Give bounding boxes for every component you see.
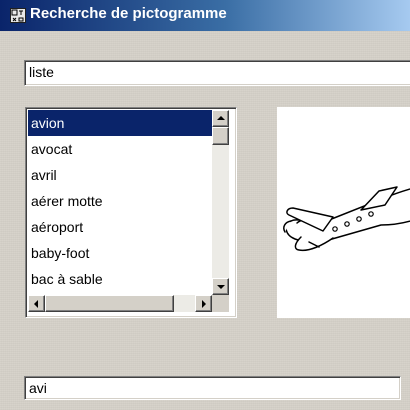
scroll-left-button[interactable]: [28, 295, 45, 312]
word-listbox[interactable]: avion avocat avril aérer motte aéroport …: [25, 107, 237, 318]
list-item[interactable]: aéroport: [28, 214, 212, 240]
list-item[interactable]: avril: [28, 162, 212, 188]
pictogram-app-icon[interactable]: [10, 8, 26, 23]
vertical-scroll-thumb[interactable]: [212, 127, 229, 145]
arrow-up-icon: [217, 116, 225, 120]
arrow-right-icon: [202, 300, 206, 308]
word-list[interactable]: avion avocat avril aérer motte aéroport …: [28, 110, 212, 296]
vertical-scrollbar[interactable]: [212, 110, 229, 295]
horizontal-scrollbar[interactable]: [28, 295, 212, 312]
pictogram-preview: [277, 107, 410, 318]
arrow-left-icon: [34, 300, 38, 308]
list-item-selected[interactable]: avion: [28, 110, 212, 136]
arrow-down-icon: [217, 285, 225, 289]
search-input[interactable]: liste: [24, 60, 410, 86]
scroll-down-button[interactable]: [212, 278, 229, 295]
title-bar[interactable]: Recherche de pictogramme: [0, 0, 410, 31]
filter-input[interactable]: avi: [24, 376, 401, 400]
scroll-corner: [212, 295, 229, 312]
list-item[interactable]: aérer motte: [28, 188, 212, 214]
scroll-up-button[interactable]: [212, 110, 229, 127]
scroll-right-button[interactable]: [195, 295, 212, 312]
window-title: Recherche de pictogramme: [30, 5, 227, 22]
list-item[interactable]: bac à sable: [28, 266, 212, 292]
list-item[interactable]: baby-foot: [28, 240, 212, 266]
airplane-pictogram-icon: [283, 186, 410, 252]
horizontal-scroll-thumb[interactable]: [45, 295, 174, 312]
list-item[interactable]: avocat: [28, 136, 212, 162]
